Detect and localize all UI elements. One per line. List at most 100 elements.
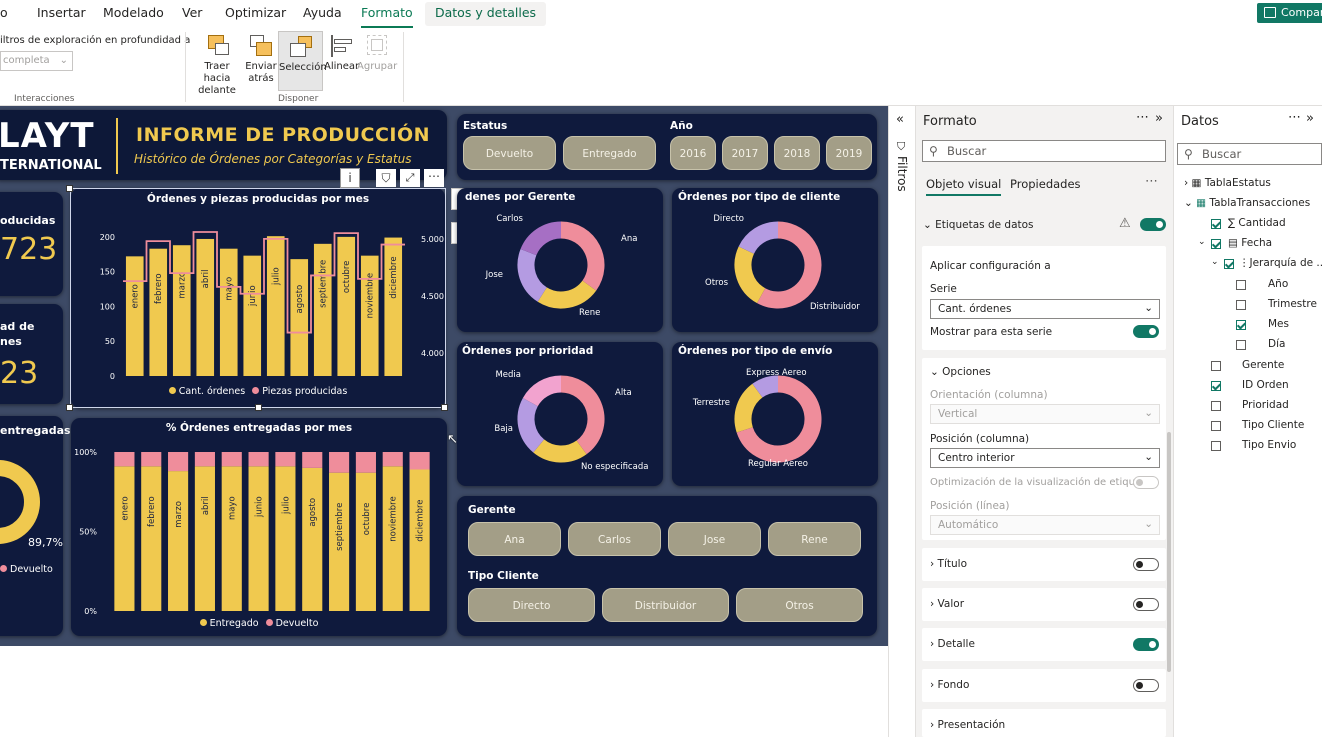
group-button[interactable]: Agrupar xyxy=(357,31,397,91)
bring-forward-button[interactable]: Traer hacia delante xyxy=(191,31,243,96)
checkbox-jerarquia[interactable] xyxy=(1224,259,1234,269)
section-presentacion[interactable]: › Presentación xyxy=(922,709,1166,737)
gerente-rene[interactable]: Rene xyxy=(768,522,861,556)
field-tipo-cliente[interactable]: Tipo Cliente xyxy=(1242,419,1304,431)
tab-datos-detalles[interactable]: Datos y detalles xyxy=(425,2,547,26)
gerente-ana[interactable]: Ana xyxy=(468,522,561,556)
tab-insertar[interactable]: Insertar xyxy=(37,0,86,28)
filters-pane-collapsed[interactable]: « ⛉ Filtros xyxy=(888,106,916,737)
field-dia[interactable]: Día xyxy=(1268,338,1285,350)
field-anio[interactable]: Año xyxy=(1268,278,1288,290)
orientacion-dropdown[interactable]: Vertical ⌄ xyxy=(930,404,1160,424)
tab-optimizar[interactable]: Optimizar xyxy=(225,0,286,28)
posicion-columna-dropdown[interactable]: Centro interior ⌄ xyxy=(930,448,1160,468)
field-cantidad[interactable]: ∑ Cantidad xyxy=(1228,217,1286,229)
donut-card-gerente[interactable]: denes por Gerente Ana Rene Jose Carlos xyxy=(457,188,663,332)
fondo-toggle[interactable] xyxy=(1133,679,1159,692)
anio-2019[interactable]: 2019 xyxy=(826,136,872,170)
section-detalle[interactable]: › Detalle xyxy=(922,628,1166,661)
focus-mode-icon[interactable]: ⤢ xyxy=(400,169,420,187)
anio-2016[interactable]: 2016 xyxy=(670,136,716,170)
donut-card-prioridad[interactable]: Órdenes por prioridad Alta No especificad… xyxy=(457,342,663,486)
donut-chart-cliente[interactable]: Distribuidor Otros Directo xyxy=(672,202,878,332)
more-options-icon[interactable]: ⋯ xyxy=(1288,110,1301,125)
kpi-card-entregadas[interactable]: entregadas 89,7% Devuelto xyxy=(0,416,71,636)
data-search-input[interactable]: ⚲ Buscar xyxy=(1177,143,1322,165)
mostrar-toggle[interactable] xyxy=(1133,325,1159,338)
checkbox-mes[interactable] xyxy=(1236,320,1246,330)
info-icon[interactable]: i xyxy=(340,168,360,188)
optimizacion-toggle[interactable] xyxy=(1133,476,1159,489)
filter-icon[interactable]: ⛉ xyxy=(376,169,396,187)
kpi-card-piezas[interactable]: oducidas 723 xyxy=(0,192,63,296)
section-fondo[interactable]: › Fondo xyxy=(922,669,1166,702)
checkbox-prioridad[interactable] xyxy=(1211,401,1221,411)
chevron-down-icon[interactable]: ⌄ xyxy=(1211,257,1219,267)
resize-handle[interactable] xyxy=(441,404,448,411)
more-options-icon[interactable]: ⋯ xyxy=(1136,110,1149,125)
combo-chart[interactable]: 0 50 100 150 200 4.000 4.500 5.000 enero febrero m… xyxy=(71,188,445,384)
resize-handle[interactable] xyxy=(255,404,262,411)
field-jerarquia[interactable]: ⋮Jerarquía de ... xyxy=(1239,257,1322,269)
drill-filter-select[interactable]: completa ⌄ xyxy=(0,51,73,71)
serie-dropdown[interactable]: Cant. órdenes ⌄ xyxy=(930,299,1160,319)
donut-chart-prioridad[interactable]: Alta No especificada Baja Media xyxy=(457,356,663,486)
checkbox-gerente[interactable] xyxy=(1211,361,1221,371)
etiquetas-toggle[interactable] xyxy=(1140,218,1166,231)
chevron-down-icon[interactable]: ⌄ xyxy=(1198,237,1206,247)
resize-handle[interactable] xyxy=(66,185,73,192)
checkbox-anio[interactable] xyxy=(1236,280,1246,290)
tab-archivo[interactable]: o xyxy=(0,0,8,28)
field-id-orden[interactable]: ID Orden xyxy=(1242,379,1289,391)
expand-right-icon[interactable]: » xyxy=(1155,111,1163,126)
tab-formato[interactable]: Formato xyxy=(361,0,413,28)
estatus-devuelto[interactable]: Devuelto xyxy=(463,136,556,170)
checkbox-cantidad[interactable] xyxy=(1211,219,1221,229)
checkbox-trimestre[interactable] xyxy=(1236,300,1246,310)
section-valor[interactable]: › Valor xyxy=(922,588,1166,621)
valor-toggle[interactable] xyxy=(1133,598,1159,611)
align-button[interactable]: Alinear xyxy=(324,31,359,91)
kpi-card-ordenes[interactable]: ad de nes 23 xyxy=(0,304,63,404)
pct-chart-card[interactable]: % Órdenes entregadas por mes 0% 50% 100% en… xyxy=(71,418,447,636)
field-mes[interactable]: Mes xyxy=(1268,318,1289,330)
gerente-jose[interactable]: Jose xyxy=(668,522,761,556)
detalle-toggle[interactable] xyxy=(1133,638,1159,651)
anio-2017[interactable]: 2017 xyxy=(722,136,768,170)
tab-objeto-visual[interactable]: Objeto visual xyxy=(926,177,1002,196)
checkbox-id-orden[interactable] xyxy=(1211,381,1221,391)
selection-button[interactable]: Selección xyxy=(278,31,327,91)
donut-card-cliente[interactable]: Órdenes por tipo de cliente Distribuidor… xyxy=(672,188,878,332)
tab-ayuda[interactable]: Ayuda xyxy=(303,0,342,28)
titulo-toggle[interactable] xyxy=(1133,558,1159,571)
format-search-input[interactable]: ⚲ Buscar xyxy=(922,140,1166,162)
tab-propiedades[interactable]: Propiedades xyxy=(1010,177,1081,191)
field-trimestre[interactable]: Trimestre xyxy=(1268,298,1317,310)
table-tablaestatus[interactable]: › ▦ TablaEstatus xyxy=(1184,177,1271,189)
tab-modelado[interactable]: Modelado xyxy=(103,0,164,28)
tipo-cliente-otros[interactable]: Otros xyxy=(736,588,863,622)
donut-chart-gerente[interactable]: Ana Rene Jose Carlos xyxy=(457,202,663,332)
estatus-entregado[interactable]: Entregado xyxy=(563,136,656,170)
tab-ver[interactable]: Ver xyxy=(182,0,202,28)
more-options-icon[interactable]: ⋯ xyxy=(1145,174,1158,189)
checkbox-dia[interactable] xyxy=(1236,340,1246,350)
posicion-linea-dropdown[interactable]: Automático ⌄ xyxy=(930,515,1160,535)
tipo-cliente-distribuidor[interactable]: Distribuidor xyxy=(602,588,729,622)
field-fecha[interactable]: ▤ Fecha xyxy=(1228,237,1272,249)
donut-chart-envio[interactable]: Regular Aereo Terrestre Express Aereo xyxy=(672,356,878,486)
tipo-cliente-directo[interactable]: Directo xyxy=(468,588,595,622)
opciones-header[interactable]: ⌄ Opciones xyxy=(930,366,991,378)
field-prioridad[interactable]: Prioridad xyxy=(1242,399,1289,411)
scrollbar[interactable] xyxy=(1167,432,1171,672)
anio-2018[interactable]: 2018 xyxy=(774,136,820,170)
share-button[interactable]: Compart xyxy=(1257,3,1322,23)
donut-card-envio[interactable]: Órdenes por tipo de envío Regular Aereo T… xyxy=(672,342,878,486)
field-gerente[interactable]: Gerente xyxy=(1242,359,1284,371)
combo-chart-card[interactable]: Órdenes y piezas producidas por mes 0 50 1… xyxy=(71,188,445,408)
table-tablatransacciones[interactable]: ⌄ ▦ TablaTransacciones xyxy=(1184,197,1310,209)
pct-chart[interactable]: 0% 50% 100% enero febrero marzo abril mayo junio… xyxy=(71,418,447,616)
etiquetas-section-header[interactable]: ⌄ Etiquetas de datos xyxy=(923,219,1034,231)
section-titulo[interactable]: › Título xyxy=(922,548,1166,581)
send-backward-button[interactable]: Enviar atrás xyxy=(244,31,278,91)
